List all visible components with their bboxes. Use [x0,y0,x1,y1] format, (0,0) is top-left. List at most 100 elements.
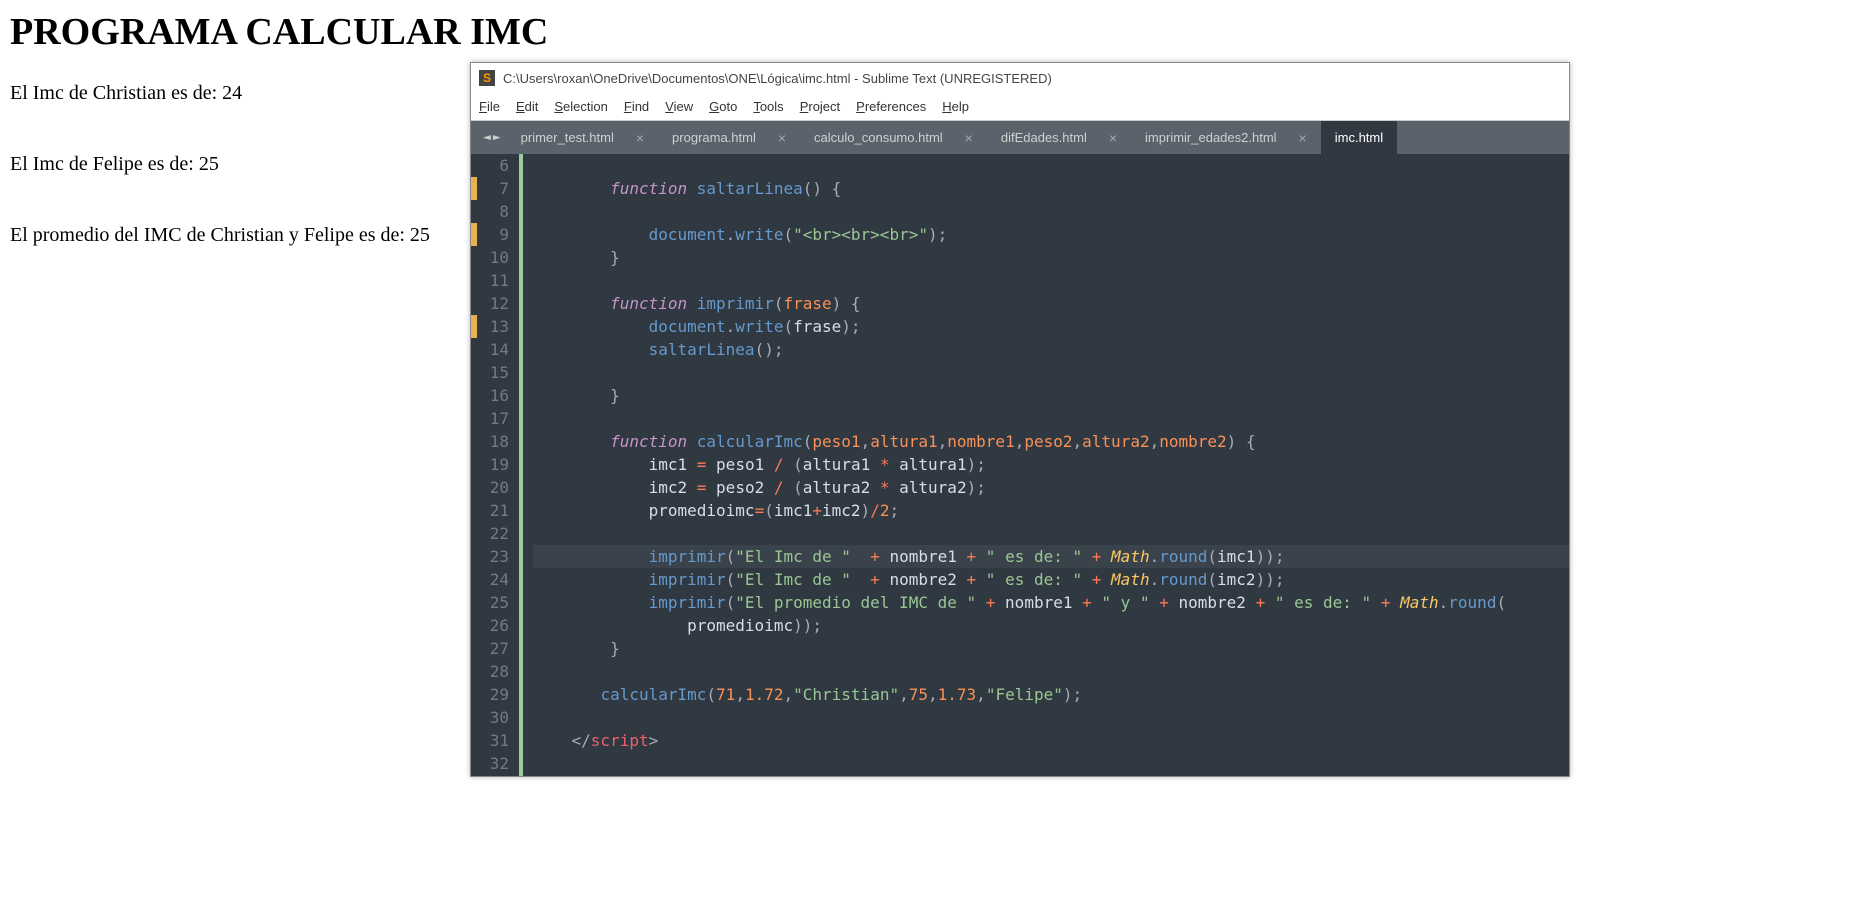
code-line[interactable]: } [533,637,1569,660]
code-line[interactable] [533,407,1569,430]
code-line[interactable]: imc1 = peso1 / (altura1 * altura1); [533,453,1569,476]
code-line[interactable] [533,522,1569,545]
code-line[interactable]: promedioimc)); [533,614,1569,637]
line-number: 29 [477,683,509,706]
menu-file[interactable]: File [479,99,500,114]
line-number-gutter: 6789101112131415161718192021222324252627… [477,154,519,776]
line-number: 28 [477,660,509,683]
line-number: 9 [477,223,509,246]
menu-bar: File Edit Selection Find View Goto Tools Projec… [471,93,1569,121]
window-titlebar[interactable]: S C:\Users\roxan\OneDrive\Documentos\ONE… [471,63,1569,93]
line-number: 8 [477,200,509,223]
menu-edit[interactable]: Edit [516,99,538,114]
tab-calculo_consumo-html[interactable]: calculo_consumo.html × [800,121,987,154]
line-number: 23 [477,545,509,568]
code-area[interactable]: function saltarLinea() { document.write(… [523,154,1569,776]
modified-mark [471,315,477,338]
modified-mark [471,177,477,200]
output-line-2: El Imc de Felipe es de: 25 [10,153,470,176]
window-title: C:\Users\roxan\OneDrive\Documentos\ONE\L… [503,71,1052,86]
output-line-1: El Imc de Christian es de: 24 [10,82,470,105]
line-number: 12 [477,292,509,315]
code-line[interactable] [533,154,1569,177]
tab-label: calculo_consumo.html [814,130,943,145]
tab-imc-html[interactable]: imc.html [1321,121,1397,154]
code-line[interactable]: promedioimc=(imc1+imc2)/2; [533,499,1569,522]
line-number: 16 [477,384,509,407]
page-title: PROGRAMA CALCULAR IMC [10,10,470,54]
menu-tools[interactable]: Tools [753,99,783,114]
code-line[interactable]: calcularImc(71,1.72,"Christian",75,1.73,… [533,683,1569,706]
line-number: 7 [477,177,509,200]
line-number: 6 [477,154,509,177]
line-number: 30 [477,706,509,729]
code-editor[interactable]: 6789101112131415161718192021222324252627… [471,154,1569,776]
tab-label: difEdades.html [1001,130,1087,145]
code-line[interactable]: function imprimir(frase) { [533,292,1569,315]
modified-mark [471,223,477,246]
modification-bar [471,154,477,776]
code-line[interactable] [533,269,1569,292]
code-line[interactable]: imprimir("El Imc de " + nombre2 + " es d… [533,568,1569,591]
code-line[interactable]: } [533,246,1569,269]
code-line[interactable]: imprimir("El promedio del IMC de " + nom… [533,591,1569,614]
line-number: 13 [477,315,509,338]
line-number: 15 [477,361,509,384]
tab-difEdades-html[interactable]: difEdades.html × [987,121,1131,154]
code-line[interactable]: saltarLinea(); [533,338,1569,361]
tab-primer_test-html[interactable]: primer_test.html × [507,121,658,154]
line-number: 32 [477,752,509,775]
sublime-window: S C:\Users\roxan\OneDrive\Documentos\ONE… [470,62,1570,777]
tab-label: primer_test.html [521,130,614,145]
tab-label: imprimir_edades2.html [1145,130,1277,145]
code-line[interactable]: imprimir("El Imc de " + nombre1 + " es d… [533,545,1569,568]
menu-preferences[interactable]: Preferences [856,99,926,114]
line-number: 14 [477,338,509,361]
line-number: 27 [477,637,509,660]
tab-programa-html[interactable]: programa.html × [658,121,800,154]
menu-find[interactable]: Find [624,99,649,114]
code-line[interactable]: imc2 = peso2 / (altura2 * altura2); [533,476,1569,499]
code-line[interactable]: </script> [533,729,1569,752]
menu-project[interactable]: Project [800,99,840,114]
tab-nav-left-icon[interactable]: ◄ [483,130,491,145]
menu-help[interactable]: Help [942,99,969,114]
code-line[interactable] [533,752,1569,775]
line-number: 21 [477,499,509,522]
code-line[interactable]: document.write("<br><br><br>"); [533,223,1569,246]
menu-goto[interactable]: Goto [709,99,737,114]
code-line[interactable]: } [533,384,1569,407]
line-number: 24 [477,568,509,591]
code-line[interactable] [533,706,1569,729]
line-number: 25 [477,591,509,614]
line-number: 18 [477,430,509,453]
line-number: 17 [477,407,509,430]
menu-selection[interactable]: Selection [554,99,607,114]
output-line-3: El promedio del IMC de Christian y Felip… [10,224,470,247]
line-number: 10 [477,246,509,269]
tab-nav-right-icon[interactable]: ► [493,130,501,145]
close-icon[interactable]: × [636,130,644,146]
tab-imprimir_edades2-html[interactable]: imprimir_edades2.html × [1131,121,1321,154]
code-line[interactable]: function saltarLinea() { [533,177,1569,200]
close-icon[interactable]: × [778,130,786,146]
code-line[interactable]: function calcularImc(peso1,altura1,nombr… [533,430,1569,453]
code-line[interactable] [533,660,1569,683]
code-line[interactable]: document.write(frase); [533,315,1569,338]
line-number: 31 [477,729,509,752]
close-icon[interactable]: × [1109,130,1117,146]
tab-nav-arrows[interactable]: ◄ ► [477,121,507,154]
browser-output: PROGRAMA CALCULAR IMC El Imc de Christia… [10,10,470,295]
line-number: 22 [477,522,509,545]
tab-label: programa.html [672,130,756,145]
menu-view[interactable]: View [665,99,693,114]
close-icon[interactable]: × [965,130,973,146]
close-icon[interactable]: × [1299,130,1307,146]
line-number: 20 [477,476,509,499]
line-number: 11 [477,269,509,292]
code-line[interactable] [533,361,1569,384]
code-line[interactable] [533,200,1569,223]
tab-bar: ◄ ► primer_test.html×programa.html×calcu… [471,121,1569,154]
tab-label: imc.html [1335,130,1383,145]
line-number: 26 [477,614,509,637]
